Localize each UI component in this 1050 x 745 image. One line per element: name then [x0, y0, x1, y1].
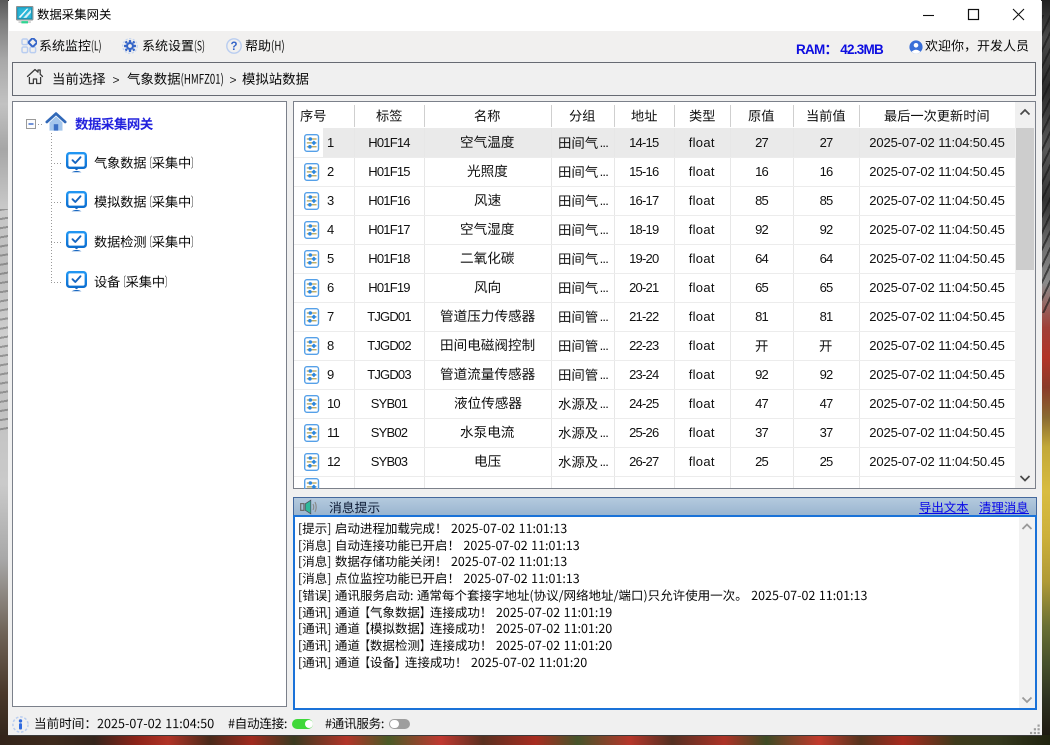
svg-text:?: ?: [230, 41, 237, 53]
